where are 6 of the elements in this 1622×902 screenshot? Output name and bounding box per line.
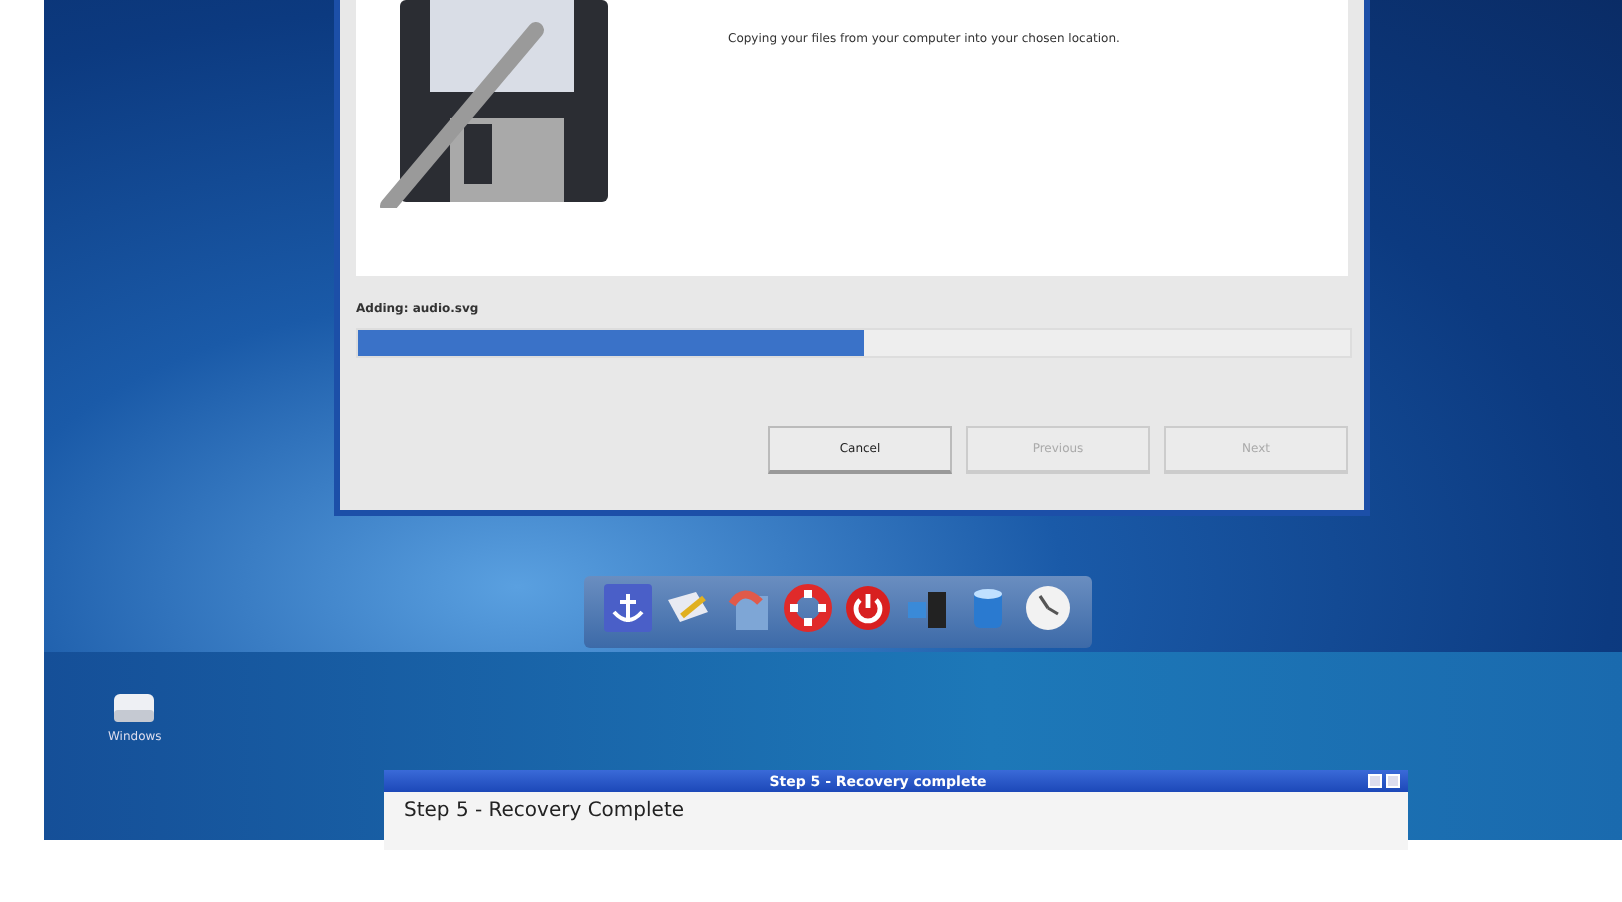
drive-icon[interactable] (112, 688, 157, 724)
clock-icon[interactable] (1024, 584, 1072, 632)
lifebuoy-icon[interactable] (784, 584, 832, 632)
window-heading: Step 5 - Recovery Complete (402, 798, 687, 826)
power-icon[interactable] (844, 584, 892, 632)
anchor-icon[interactable] (604, 584, 652, 632)
